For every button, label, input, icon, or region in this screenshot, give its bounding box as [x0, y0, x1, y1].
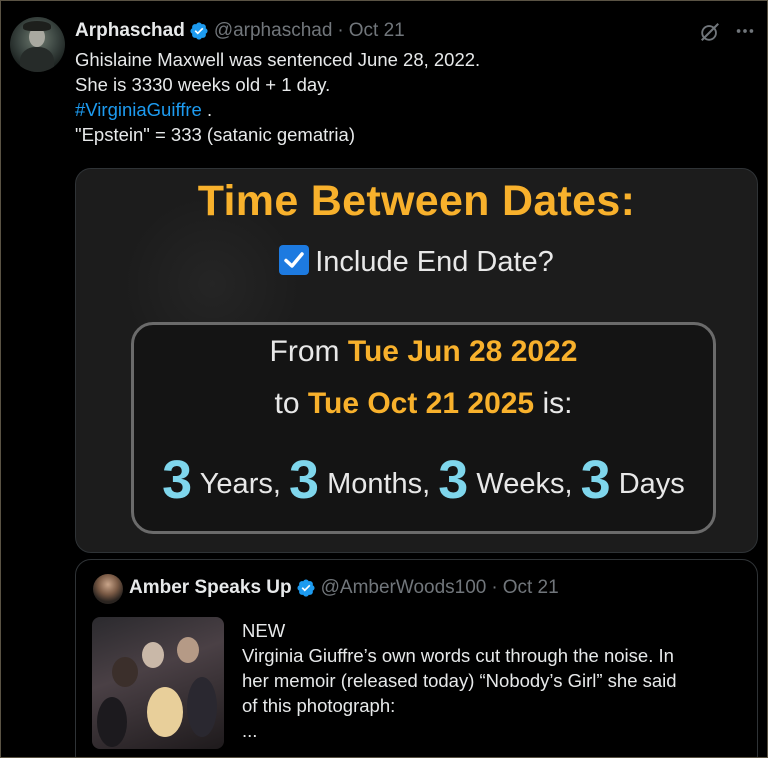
tweet-hashtag-line: #VirginiaGuiffre . [75, 97, 715, 122]
quoted-tweet-header: Amber Speaks Up @AmberWoods100 · Oct 21 [129, 577, 559, 599]
to-line: to Tue Oct 21 2025 is: [134, 387, 713, 421]
media-title: Time Between Dates: [197, 177, 636, 225]
from-date: Tue Jun 28 2022 [347, 335, 578, 368]
include-end-date-row: Include End Date? [76, 245, 757, 279]
tweet-timestamp[interactable]: Oct 21 [349, 20, 405, 42]
quoted-tweet-body: NEW Virginia Giuffre’s own words cut thr… [242, 618, 742, 743]
author-handle[interactable]: @arphaschad [214, 20, 333, 42]
tweet-line: "Epstein" = 333 (satanic gematria) [75, 124, 355, 145]
from-prefix: From [269, 335, 348, 368]
months-label: Months, [319, 468, 439, 500]
author-avatar[interactable] [10, 17, 65, 72]
quoted-line: of this photograph: [242, 695, 396, 716]
to-suffix: is: [534, 387, 573, 420]
media-image[interactable]: Time Between Dates: Include End Date? Fr… [75, 168, 758, 553]
more-icon[interactable] [734, 20, 756, 42]
tweet-line: She is 3330 weeks old + 1 day. [75, 74, 331, 95]
weeks-label: Weeks, [468, 468, 581, 500]
quoted-display-name: Amber Speaks Up [129, 577, 292, 598]
quoted-line: ... [242, 720, 258, 741]
result-box: From Tue Jun 28 2022 to Tue Oct 21 2025 … [131, 322, 716, 534]
to-date: Tue Oct 21 2025 [307, 387, 535, 420]
quoted-photo [92, 617, 224, 749]
author-display-name[interactable]: Arphaschad [75, 20, 185, 42]
tweet-line: Ghislaine Maxwell was sentenced June 28,… [75, 49, 481, 70]
tweet-card: Arphaschad @arphaschad · Oct 21 Ghislain… [0, 0, 768, 758]
days-label: Days [610, 468, 685, 500]
verified-badge-icon [296, 578, 316, 598]
quoted-line: NEW [242, 620, 286, 641]
quoted-author-avatar [93, 574, 123, 604]
days-value: 3 [580, 450, 611, 510]
quoted-tweet[interactable]: Amber Speaks Up @AmberWoods100 · Oct 21 … [75, 559, 758, 757]
checkbox-label: Include End Date? [315, 246, 554, 278]
years-label: Years, [192, 468, 289, 500]
separator-dot: · [491, 577, 498, 598]
weeks-value: 3 [438, 450, 469, 510]
verified-badge-icon [189, 21, 209, 41]
quoted-line: Virginia Giuffre’s own words cut through… [242, 645, 674, 666]
hashtag-suffix: . [201, 99, 213, 120]
from-line: From Tue Jun 28 2022 [134, 335, 713, 369]
years-value: 3 [162, 450, 193, 510]
checkbox-checked-icon [279, 245, 310, 275]
quoted-timestamp: Oct 21 [502, 577, 559, 598]
hashtag-link[interactable]: #VirginiaGuiffre [75, 99, 202, 120]
duration-result: 3 Years, 3 Months, 3 Weeks, 3 Days [134, 449, 713, 511]
tweet-header: Arphaschad @arphaschad · Oct 21 [75, 19, 405, 43]
tweet-body: Ghislaine Maxwell was sentenced June 28,… [75, 47, 715, 147]
quoted-line: her memoir (released today) “Nobody’s Gi… [242, 670, 677, 691]
quoted-handle: @AmberWoods100 [320, 577, 487, 598]
separator-dot: · [337, 20, 344, 41]
grok-icon[interactable] [699, 21, 721, 43]
to-prefix: to [274, 387, 308, 420]
months-value: 3 [288, 450, 320, 510]
